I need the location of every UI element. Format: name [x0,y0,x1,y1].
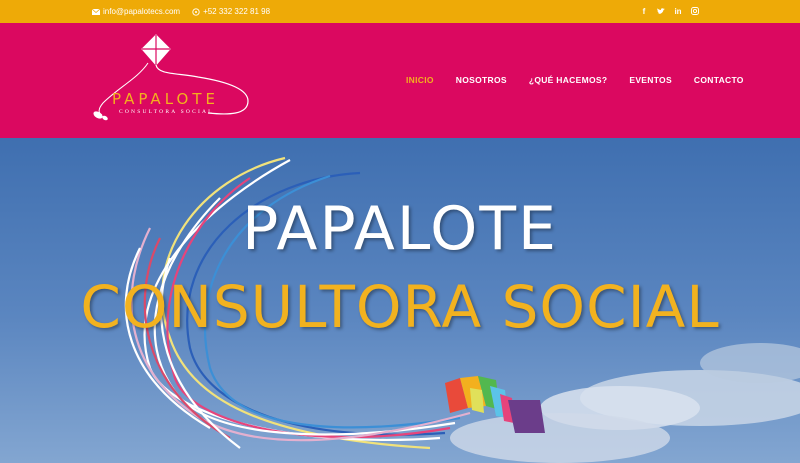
hero-subtitle: CONSULTORA SOCIAL [80,273,720,341]
nav-item-nosotros[interactable]: NOSOTROS [456,75,507,85]
phone-text: +52 332 322 81 98 [203,7,271,16]
envelope-icon [92,8,100,15]
phone-link[interactable]: +52 332 322 81 98 [192,7,270,16]
instagram-icon[interactable] [691,6,699,16]
nav-item-que-hacemos[interactable]: ¿QUÉ HACEMOS? [529,75,608,85]
facebook-icon[interactable]: f [640,6,648,16]
site-logo[interactable]: PAPALOTE CONSULTORA SOCIAL [88,33,258,133]
main-nav: INICIO NOSOTROS ¿QUÉ HACEMOS? EVENTOS CO… [406,75,744,85]
whatsapp-icon [192,7,200,16]
site-header: PAPALOTE CONSULTORA SOCIAL INICIO NOSOTR… [0,23,800,138]
logo-name: PAPALOTE [112,90,219,108]
nav-item-eventos[interactable]: EVENTOS [629,75,672,85]
twitter-icon[interactable] [657,6,665,16]
nav-item-contacto[interactable]: CONTACTO [694,75,744,85]
hero-title: PAPALOTE [242,194,558,264]
social-links: f in [640,6,699,16]
email-text: info@papalotecs.com [103,7,181,16]
nav-item-inicio[interactable]: INICIO [406,75,434,85]
email-link[interactable]: info@papalotecs.com [92,7,180,16]
hero-banner: PAPALOTE CONSULTORA SOCIAL [0,138,800,463]
top-bar: info@papalotecs.com +52 332 322 81 98 f … [0,0,800,23]
contact-info: info@papalotecs.com +52 332 322 81 98 [92,7,270,16]
kite-logo-icon [93,34,249,121]
linkedin-icon[interactable]: in [674,6,682,16]
logo-tagline: CONSULTORA SOCIAL [119,109,214,115]
